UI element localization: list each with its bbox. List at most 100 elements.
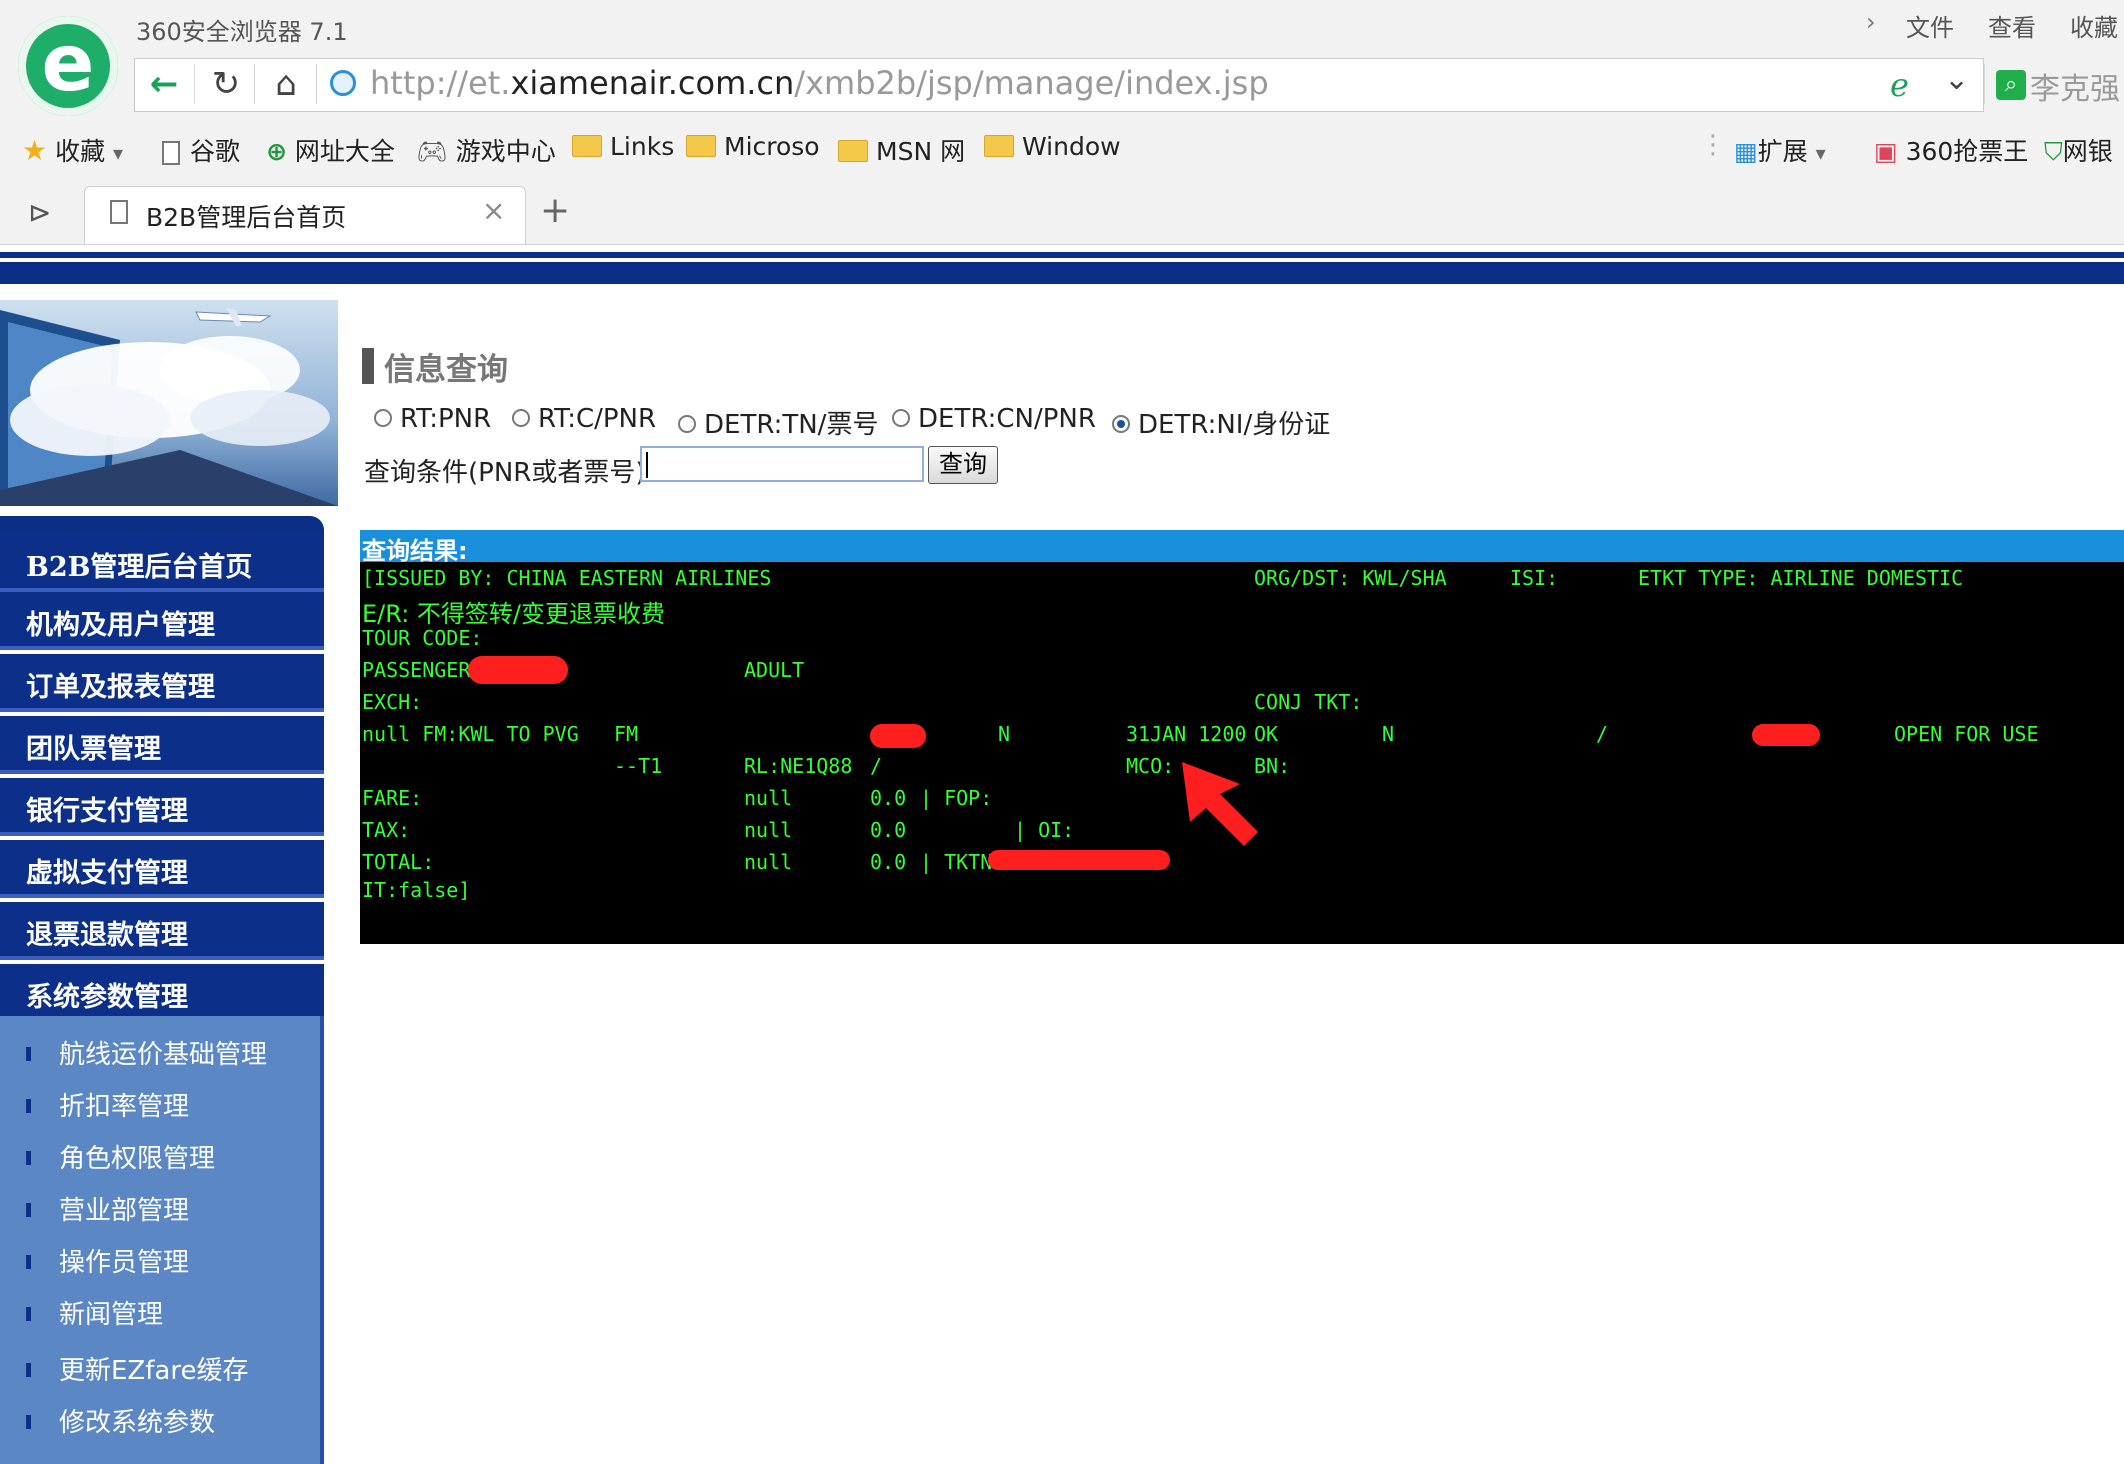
result-title: 查询结果: <box>362 537 468 565</box>
line-tax: TAX: <box>362 818 411 842</box>
radio-selected-icon <box>1112 414 1130 433</box>
line-seg-n1: N <box>998 722 1011 746</box>
line-it: IT:false] <box>362 878 471 902</box>
folder-icon <box>984 135 1014 157</box>
subnav-label: 折扣率管理 <box>59 1092 190 1122</box>
subnav-item[interactable]: 营业部管理 <box>26 1190 189 1227</box>
bookmark-games[interactable]: 🎮︎ 游戏中心 <box>416 132 556 168</box>
bookmark-microsoft[interactable]: Microso <box>686 132 820 161</box>
security-icon[interactable] <box>330 70 356 96</box>
redaction-mark <box>468 656 568 684</box>
text-caret <box>646 452 648 478</box>
query-input[interactable] <box>640 446 924 482</box>
bookmark-extensions[interactable]: ▦扩展 ▾ <box>1734 132 1826 168</box>
bookmark-ticket[interactable]: ▣ 360抢票王 <box>1874 132 2028 168</box>
line-seg-slash: / <box>1596 722 1609 746</box>
nav-label: 机构及用户管理 <box>26 610 215 641</box>
query-condition-label: 查询条件(PNR或者票号): <box>364 458 655 488</box>
radio-rt-pnr[interactable]: RT:PNR <box>374 404 491 434</box>
bookmark-label: Microso <box>724 132 820 161</box>
nav-label: 系统参数管理 <box>26 982 188 1013</box>
search-icon[interactable]: ⌕ <box>1996 70 2026 100</box>
reload-button[interactable]: ↻ <box>198 58 254 110</box>
radio-label: RT:PNR <box>400 404 492 434</box>
bookmark-label: Window <box>1022 132 1121 161</box>
chevron-down-icon[interactable]: ⌄ <box>1944 62 1969 97</box>
line-tktn: | TKTN <box>920 850 993 874</box>
line-total: TOTAL: <box>362 850 435 874</box>
sidebar-toggle-icon[interactable]: ⊳ <box>28 196 51 229</box>
page-icon <box>110 200 138 224</box>
section-title: 信息查询 <box>384 352 508 388</box>
bookmark-label: MSN 网 <box>876 137 966 166</box>
bookmark-sites[interactable]: ⊕ 网址大全 <box>266 132 395 168</box>
radio-rt-c-pnr[interactable]: RT:C/PNR <box>512 404 656 434</box>
subnav-label: 航线运价基础管理 <box>59 1040 268 1070</box>
radio-icon <box>374 408 392 427</box>
nav-top-cap <box>0 516 324 536</box>
line-tax-null: null <box>744 818 793 842</box>
radio-detr-ni[interactable]: DETR:NI/身份证 <box>1112 404 1330 441</box>
radio-label: DETR:CN/PNR <box>918 404 1096 434</box>
ie-mode-icon[interactable]: ℯ <box>1890 66 1909 104</box>
menu-favorites[interactable]: 收藏 <box>2070 8 2118 43</box>
radio-detr-cn[interactable]: DETR:CN/PNR <box>892 404 1096 434</box>
subnav-item[interactable]: 操作员管理 <box>26 1242 189 1279</box>
url-domain: xiamenair.com.cn <box>510 64 795 102</box>
subnav-label: 更新EZfare缓存 <box>59 1356 249 1386</box>
chevron-right-icon[interactable]: › <box>1866 8 1876 36</box>
radio-label: DETR:TN/票号 <box>704 410 879 440</box>
bullet-icon <box>26 1202 31 1217</box>
subnav-panel <box>0 1016 324 1464</box>
line-fop: | FOP: <box>920 786 993 810</box>
bookmark-links[interactable]: Links <box>572 132 674 161</box>
line-total-val: 0.0 <box>870 850 907 874</box>
close-icon[interactable]: × <box>482 194 505 227</box>
line-seg-status: OPEN FOR USE <box>1894 722 2039 746</box>
line-conj: CONJ TKT: <box>1254 690 1363 714</box>
new-tab-button[interactable]: + <box>540 190 570 231</box>
subnav-item[interactable]: 新闻管理 <box>26 1294 163 1331</box>
bullet-icon <box>26 1150 31 1165</box>
bookmark-label: 扩展 <box>1757 137 1808 166</box>
chevron-down-icon: ▾ <box>113 141 124 165</box>
home-button[interactable]: ⌂ <box>258 58 314 110</box>
browser-logo-glyph: e <box>41 19 95 109</box>
subnav-item[interactable]: 折扣率管理 <box>26 1086 189 1123</box>
subnav-item[interactable]: 角色权限管理 <box>26 1138 215 1175</box>
search-input[interactable]: 李克强 <box>2030 64 2120 108</box>
header-stripe <box>0 252 2124 284</box>
nav-label: 虚拟支付管理 <box>26 858 188 889</box>
header-banner-image <box>0 300 338 506</box>
menu-file[interactable]: 文件 <box>1906 8 1954 43</box>
bookmark-windows[interactable]: Window <box>984 132 1121 161</box>
subnav-item[interactable]: 航线运价基础管理 <box>26 1034 267 1071</box>
line-tour: TOUR CODE: <box>362 626 483 650</box>
redaction-mark <box>1752 724 1820 746</box>
line-fare-null: null <box>744 786 793 810</box>
more-dots-icon[interactable]: ⋮ <box>1700 130 1726 160</box>
line-oi: | OI: <box>1014 818 1075 842</box>
bookmark-label: 游戏中心 <box>455 137 556 166</box>
subnav-label: 角色权限管理 <box>59 1144 216 1174</box>
query-button[interactable]: 查询 <box>928 446 998 484</box>
subnav-item[interactable]: 更新EZfare缓存 <box>26 1350 248 1387</box>
radio-detr-tn[interactable]: DETR:TN/票号 <box>678 404 878 441</box>
bullet-icon <box>26 1362 31 1377</box>
radio-label: RT:C/PNR <box>538 404 657 434</box>
back-button[interactable]: ← <box>136 58 192 110</box>
shield-icon: ⛉ <box>2044 137 2063 166</box>
bookmark-msn[interactable]: MSN 网 <box>838 132 965 168</box>
bookmark-google[interactable]: 谷歌 <box>162 132 240 168</box>
line-seg-ok: OK <box>1254 722 1279 746</box>
redaction-mark <box>988 850 1170 870</box>
line-t1: --T1 <box>614 754 663 778</box>
url-field[interactable]: http://et.xiamenair.com.cn/xmb2b/jsp/man… <box>370 64 1269 102</box>
line-seg-date: 31JAN 1200 <box>1126 722 1247 746</box>
line-passenger: PASSENGER: <box>362 658 483 682</box>
bookmark-favorites[interactable]: ★ 收藏 ▾ <box>22 132 123 168</box>
bookmark-label: 网银 <box>2062 137 2113 166</box>
bookmark-bank[interactable]: ⛉网银 <box>2044 132 2113 168</box>
menu-view[interactable]: 查看 <box>1988 8 2036 43</box>
subnav-item[interactable]: 修改系统参数 <box>26 1402 215 1439</box>
